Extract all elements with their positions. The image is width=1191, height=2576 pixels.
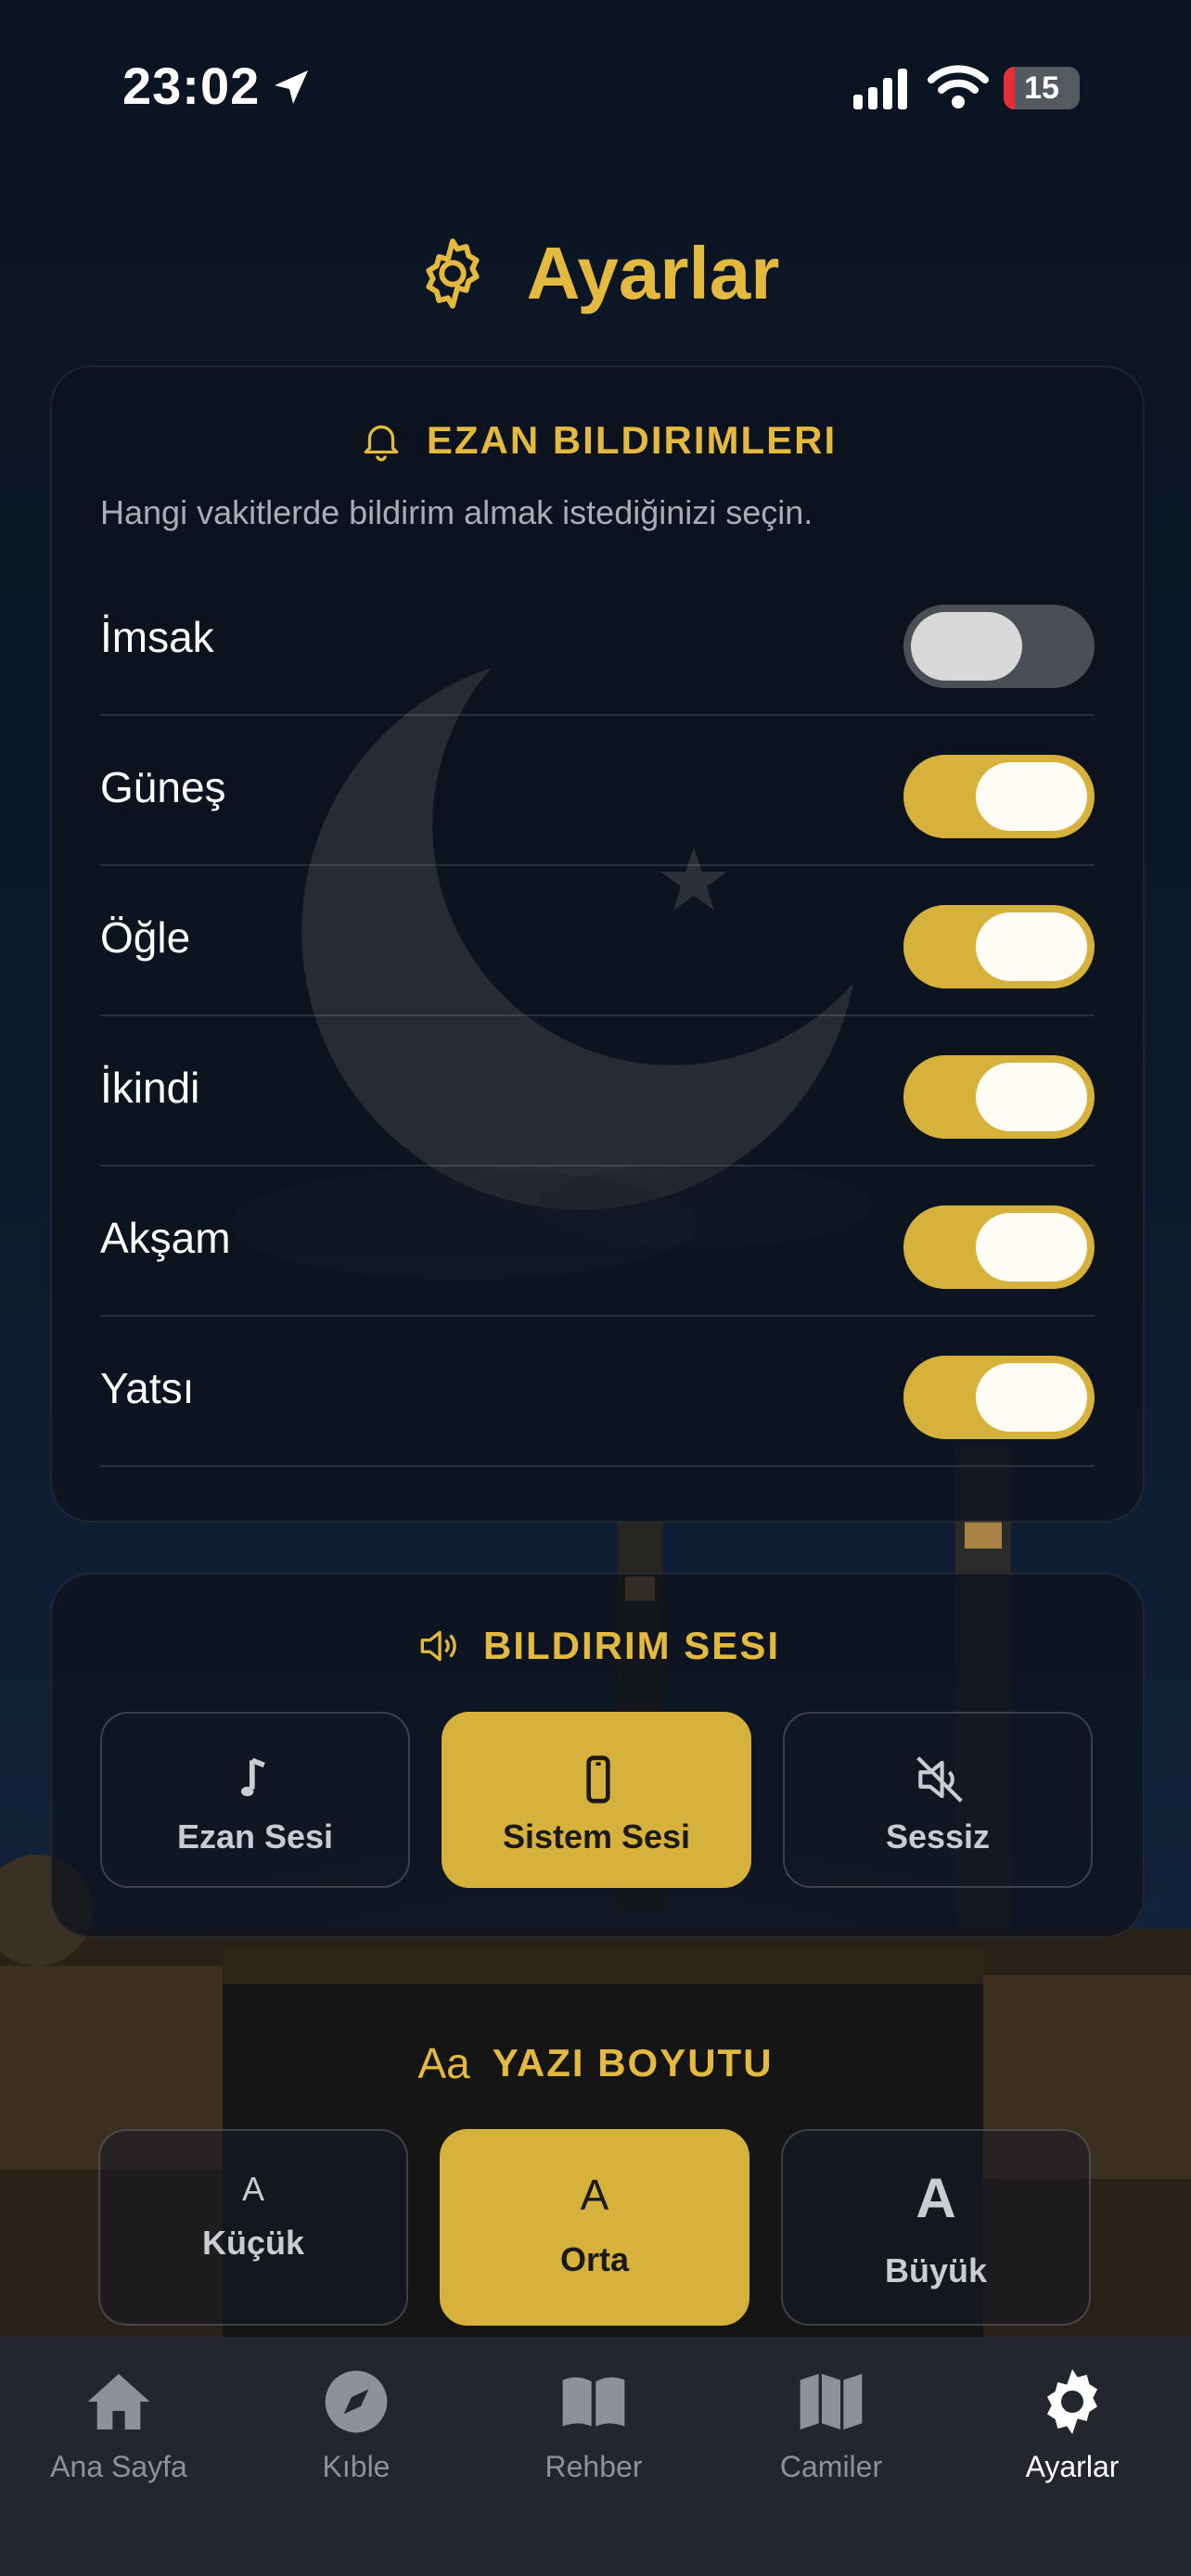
font-option-orta[interactable]: A Orta xyxy=(440,2129,749,2326)
font-option-label: Küçük xyxy=(201,2224,305,2262)
toggle-knob xyxy=(976,1363,1087,1432)
prayer-row-ogle: Öğle xyxy=(100,864,1095,1016)
prayer-row-gunes: Güneş xyxy=(100,714,1095,866)
font-option-letter: A xyxy=(580,2171,609,2219)
sound-title-text: BILDIRIM SESI xyxy=(482,1624,781,1667)
toggle-knob xyxy=(911,612,1022,681)
toggle-knob xyxy=(976,1063,1087,1131)
font-option-letter: A xyxy=(241,2170,264,2208)
toggle-knob xyxy=(976,1213,1087,1282)
bell-icon xyxy=(364,425,399,462)
battery-indicator: 15 xyxy=(1004,67,1080,109)
sound-option-label: Sessiz xyxy=(885,1817,991,1855)
status-bar: 23:02 15 xyxy=(0,0,1191,176)
mute-icon xyxy=(916,1756,963,1803)
sound-option-label: Ezan Sesi xyxy=(176,1817,334,1855)
prayer-label: İmsak xyxy=(100,613,214,661)
gear-icon xyxy=(1047,2369,1097,2434)
toggle-imsak[interactable] xyxy=(903,605,1095,688)
sound-option-ezan[interactable]: Ezan Sesi xyxy=(100,1712,410,1888)
page-header: Ayarlar xyxy=(0,223,1191,325)
font-option-label: Büyük xyxy=(884,2251,988,2289)
tab-label: Kıble xyxy=(322,2450,391,2483)
notifications-description: Hangi vakitlerde bildirim almak istediği… xyxy=(100,493,813,531)
notifications-title-text: EZAN BILDIRIMLERI xyxy=(426,418,838,462)
wifi-icon xyxy=(928,65,989,108)
text-size-icon: Aa xyxy=(417,2039,470,2087)
tab-ayarlar[interactable]: Ayarlar xyxy=(954,2337,1191,2522)
prayer-row-yatsi: Yatsı xyxy=(100,1315,1095,1467)
map-icon xyxy=(800,2374,863,2429)
prayer-row-ikindi: İkindi xyxy=(100,1014,1095,1167)
notifications-card: EZAN BILDIRIMLERI Hangi vakitlerde bildi… xyxy=(50,365,1145,1523)
toggle-knob xyxy=(976,912,1087,981)
page-title: Ayarlar xyxy=(526,232,780,314)
sound-option-label: Sistem Sesi xyxy=(502,1817,691,1855)
tab-label: Camiler xyxy=(779,2450,883,2483)
prayer-row-aksam: Akşam xyxy=(100,1165,1095,1317)
toggle-ikindi[interactable] xyxy=(903,1055,1095,1139)
tab-kible[interactable]: Kıble xyxy=(237,2337,475,2522)
font-size-title-text: YAZI BOYUTU xyxy=(492,2041,774,2085)
prayer-label: Akşam xyxy=(100,1214,231,1262)
toggle-ogle[interactable] xyxy=(903,905,1095,988)
toggle-yatsi[interactable] xyxy=(903,1356,1095,1439)
sound-option-sessiz[interactable]: Sessiz xyxy=(783,1712,1093,1888)
font-option-buyuk[interactable]: A Büyük xyxy=(781,2129,1091,2326)
prayer-row-imsak: İmsak xyxy=(100,564,1095,716)
prayer-label: Yatsı xyxy=(100,1364,195,1412)
toggle-knob xyxy=(976,762,1087,831)
battery-level: 15 xyxy=(1024,70,1059,106)
prayer-label: İkindi xyxy=(100,1064,200,1112)
speaker-icon xyxy=(420,1630,456,1662)
tab-rehber[interactable]: Rehber xyxy=(475,2337,712,2522)
font-option-label: Orta xyxy=(559,2240,630,2278)
compass-icon xyxy=(325,2370,388,2433)
tab-label: Ana Sayfa xyxy=(50,2450,187,2483)
sound-option-sistem[interactable]: Sistem Sesi xyxy=(442,1712,751,1888)
font-option-letter: A xyxy=(916,2167,956,2229)
toggle-gunes[interactable] xyxy=(903,755,1095,838)
prayer-label: Öğle xyxy=(100,913,191,962)
toggle-aksam[interactable] xyxy=(903,1205,1095,1289)
gear-icon xyxy=(426,238,480,309)
sound-card: BILDIRIM SESI Ezan Sesi Sistem Sesi Sess… xyxy=(50,1573,1145,1938)
status-time: 23:02 xyxy=(122,57,261,115)
location-arrow-icon xyxy=(275,70,308,104)
notifications-title: EZAN BILDIRIMLERI xyxy=(52,417,1143,464)
music-note-icon xyxy=(240,1757,265,1797)
home-icon xyxy=(87,2374,150,2429)
font-option-kucuk[interactable]: A Küçük xyxy=(98,2129,408,2326)
tab-ana-sayfa[interactable]: Ana Sayfa xyxy=(0,2337,237,2522)
phone-icon xyxy=(586,1755,610,1804)
font-size-title: Aa YAZI BOYUTU xyxy=(50,2038,1141,2088)
signal-icon xyxy=(853,69,907,109)
prayer-label: Güneş xyxy=(100,763,226,811)
sound-title: BILDIRIM SESI xyxy=(52,1623,1143,1669)
tab-bar: Ana Sayfa Kıble Rehber Camiler Ayarlar xyxy=(0,2337,1191,2576)
tab-label: Ayarlar xyxy=(1025,2450,1120,2483)
tab-label: Rehber xyxy=(544,2450,643,2483)
tab-camiler[interactable]: Camiler xyxy=(712,2337,950,2522)
book-icon xyxy=(562,2377,625,2427)
